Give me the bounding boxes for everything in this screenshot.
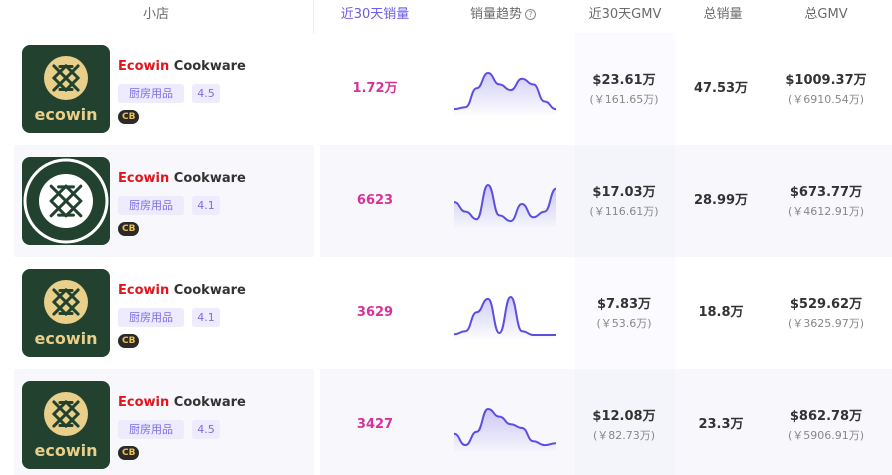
shop-logo[interactable]: ecowin	[22, 45, 110, 133]
shop-logo[interactable]: ecowin	[22, 381, 110, 469]
gmv-30d-cell: $23.61万 (￥161.65万)	[576, 33, 672, 107]
shop-name[interactable]: Ecowin Cookware	[118, 283, 246, 298]
logo-wordmark: ecowin	[35, 105, 98, 124]
shop-brand: Ecowin	[118, 283, 170, 298]
rating-badge: 4.1	[192, 196, 220, 215]
sales-trend-sparkline	[453, 183, 557, 227]
logo-wordmark: ecowin	[35, 329, 98, 348]
category-tag: 厨房用品	[118, 84, 184, 103]
help-icon[interactable]: ?	[525, 9, 537, 20]
column-header-gmv-30d[interactable]: 近30天GMV	[589, 0, 662, 33]
shop-name[interactable]: Ecowin Cookware	[118, 59, 246, 74]
total-sales-value: 23.3万	[698, 417, 744, 432]
total-gmv-cell: $1009.37万 (￥6910.54万)	[774, 33, 878, 107]
shop-brand: Ecowin	[118, 395, 170, 410]
ecowin-logo-icon: ecowin	[35, 392, 98, 460]
cb-badge: CB	[118, 110, 140, 124]
total-gmv-cny: (￥3625.97万)	[787, 317, 865, 330]
shop-name-suffix: Cookware	[169, 283, 246, 298]
total-gmv-cell: $862.78万 (￥5906.91万)	[774, 369, 878, 443]
gmv-30d-value: $17.03万	[592, 185, 656, 200]
column-header-sales-30d[interactable]: 近30天销量	[341, 0, 410, 33]
gmv-30d-cell: $12.08万 (￥82.73万)	[576, 369, 672, 443]
sales-trend-sparkline	[453, 295, 556, 339]
column-header-total-gmv[interactable]: 总GMV	[804, 0, 847, 33]
sales-trend-sparkline	[453, 71, 557, 115]
shop-name-suffix: Cookware	[169, 59, 246, 74]
gmv-30d-cny: (￥53.6万)	[596, 317, 652, 330]
ecowin-logo-icon: ecowin	[35, 280, 98, 348]
total-gmv-value: $1009.37万	[785, 73, 867, 88]
gmv-30d-cny: (￥82.73万)	[592, 429, 656, 442]
sales-30d-value: 3629	[356, 305, 394, 320]
total-gmv-value: $862.78万	[789, 409, 863, 424]
column-header-shop[interactable]: 小店	[143, 0, 169, 33]
gmv-30d-cny: (￥116.61万)	[589, 205, 659, 218]
gmv-30d-value: $12.08万	[592, 409, 656, 424]
cb-badge: CB	[118, 222, 140, 236]
logo-wordmark: ecowin	[35, 441, 98, 460]
total-gmv-value: $673.77万	[789, 185, 863, 200]
category-tag: 厨房用品	[118, 420, 184, 439]
table-header: 小店 近30天销量 销量趋势? 近30天GMV 总销量 总GMV	[0, 0, 892, 33]
rating-badge: 4.5	[192, 420, 220, 439]
sales-30d-value: 1.72万	[352, 81, 398, 96]
shop-name-suffix: Cookware	[169, 171, 246, 186]
shop-name[interactable]: Ecowin Cookware	[118, 171, 246, 186]
cb-badge: CB	[118, 334, 140, 348]
total-gmv-cny: (￥6910.54万)	[787, 93, 865, 106]
table-row[interactable]: ecowin Ecowin Cookware 厨房用品 4.1 CB 3629 …	[14, 257, 892, 369]
total-gmv-cny: (￥4612.91万)	[787, 205, 865, 218]
rating-badge: 4.1	[192, 308, 220, 327]
table-row[interactable]: ecowin Ecowin Cookware 厨房用品 4.5 CB 3427 …	[14, 369, 892, 475]
gmv-30d-value: $7.83万	[596, 297, 652, 312]
total-gmv-cell: $673.77万 (￥4612.91万)	[774, 145, 878, 219]
sales-30d-value: 3427	[356, 417, 394, 432]
sales-30d-value: 6623	[356, 193, 394, 208]
gmv-30d-cell: $7.83万 (￥53.6万)	[576, 257, 672, 331]
sparkline-area	[454, 185, 556, 227]
shop-name[interactable]: Ecowin Cookware	[118, 395, 246, 410]
rating-badge: 4.5	[192, 84, 220, 103]
shop-brand: Ecowin	[118, 171, 170, 186]
sales-trend-sparkline	[453, 407, 557, 451]
column-header-total-sales[interactable]: 总销量	[703, 0, 742, 33]
cb-badge: CB	[118, 446, 140, 460]
shop-brand: Ecowin	[118, 59, 170, 74]
category-tag: 厨房用品	[118, 196, 184, 215]
total-gmv-value: $529.62万	[789, 297, 863, 312]
ecowin-logo-icon	[23, 158, 109, 244]
table-row[interactable]: ecowin Ecowin Cookware 厨房用品 4.5 CB 1.72万…	[14, 33, 892, 145]
table-row[interactable]: Ecowin Cookware 厨房用品 4.1 CB 6623 $17.03万…	[14, 145, 892, 257]
trend-header-label: 销量趋势	[469, 7, 523, 22]
gmv-30d-value: $23.61万	[592, 73, 656, 88]
shop-logo[interactable]: ecowin	[22, 269, 110, 357]
category-tag: 厨房用品	[118, 308, 184, 327]
total-gmv-cny: (￥5906.91万)	[787, 429, 865, 442]
total-sales-value: 18.8万	[698, 305, 744, 320]
total-sales-value: 28.99万	[693, 193, 749, 208]
sparkline-area	[454, 73, 556, 115]
shop-name-suffix: Cookware	[169, 395, 246, 410]
ecowin-logo-icon: ecowin	[35, 56, 98, 124]
gmv-30d-cell: $17.03万 (￥116.61万)	[576, 145, 672, 219]
shop-logo[interactable]	[22, 157, 110, 245]
column-header-trend[interactable]: 销量趋势?	[469, 0, 537, 33]
total-gmv-cell: $529.62万 (￥3625.97万)	[774, 257, 878, 331]
gmv-30d-cny: (￥161.65万)	[589, 93, 659, 106]
total-sales-value: 47.53万	[693, 81, 749, 96]
